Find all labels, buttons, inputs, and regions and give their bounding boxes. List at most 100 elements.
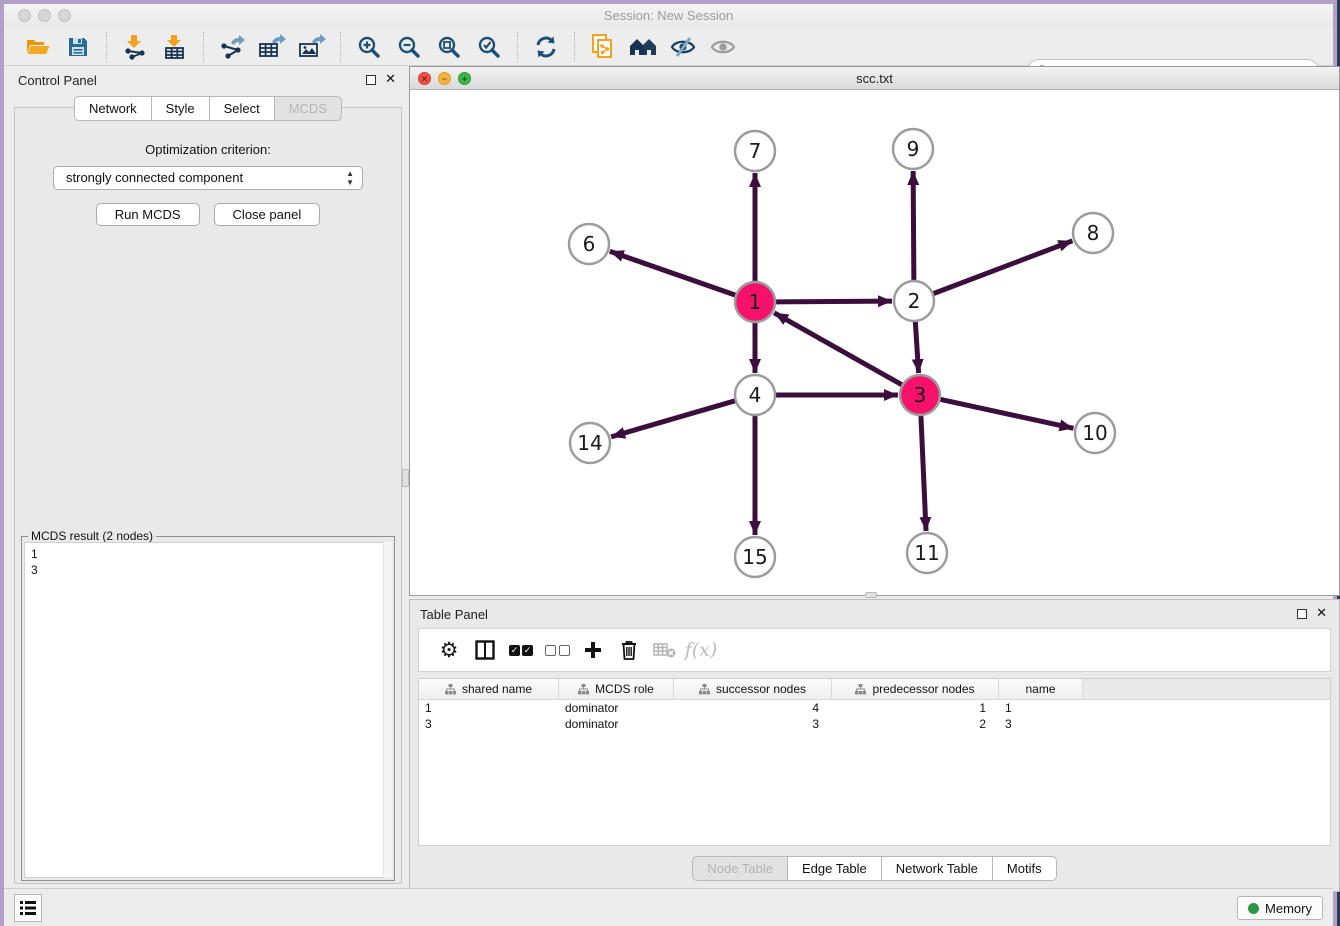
graph-edge-2-8[interactable] [933, 241, 1073, 294]
hierarchy-icon [445, 684, 456, 695]
open-folder-icon [25, 36, 51, 58]
column-header-name[interactable]: name [999, 679, 1083, 699]
table-row[interactable]: 3dominator323 [419, 716, 1330, 732]
save-session-button[interactable] [61, 32, 95, 62]
table-cell: 1 [419, 700, 559, 716]
column-header-predecessor-nodes[interactable]: predecessor nodes [832, 679, 999, 699]
graph-edge-3-10[interactable] [940, 399, 1074, 428]
table-panel-header: Table Panel ✕ [410, 600, 1339, 628]
graph-node-label: 15 [742, 545, 767, 569]
trash-icon [620, 640, 638, 660]
delete-table-button[interactable] [647, 635, 683, 665]
houses-icon [628, 36, 658, 58]
export-network-button[interactable] [215, 32, 249, 62]
table-settings-button[interactable]: ⚙ [431, 635, 467, 665]
graph-edges [610, 171, 1074, 535]
zoom-out-button[interactable] [392, 32, 426, 62]
first-neighbors-button[interactable] [626, 32, 660, 62]
node-table[interactable]: shared name MCDS role successor nodes pr… [418, 678, 1331, 846]
toolbar-separator [106, 32, 107, 62]
graph-edge-3-1[interactable] [774, 313, 902, 385]
mcds-result-text[interactable]: 1 3 [24, 542, 392, 878]
optimization-criterion-select[interactable]: strongly connected component ▲▼ [53, 166, 363, 190]
graph-node-label: 8 [1087, 221, 1100, 245]
tab-style[interactable]: Style [152, 96, 210, 121]
app-window: Session: New Session [0, 0, 1337, 926]
selected-option: strongly connected component [66, 170, 243, 185]
export-image-button[interactable] [295, 32, 329, 62]
column-header-successor-nodes[interactable]: successor nodes [674, 679, 832, 699]
add-column-button[interactable] [575, 635, 611, 665]
memory-button[interactable]: Memory [1237, 896, 1323, 920]
graph-edge-3-11[interactable] [921, 415, 926, 531]
float-panel-icon[interactable] [366, 75, 376, 85]
float-table-panel-icon[interactable] [1297, 609, 1307, 619]
run-mcds-button[interactable]: Run MCDS [96, 203, 200, 226]
graph-edge-2-9[interactable] [913, 171, 914, 281]
tab-network[interactable]: Network [74, 96, 152, 121]
close-table-panel-icon[interactable]: ✕ [1316, 605, 1327, 621]
new-network-from-selection-button[interactable] [586, 32, 620, 62]
refresh-icon [534, 35, 558, 59]
export-image-icon [298, 34, 326, 60]
tab-select[interactable]: Select [210, 96, 275, 121]
import-network-button[interactable] [118, 32, 152, 62]
window-resize-grip[interactable] [865, 592, 877, 598]
deselect-all-button[interactable] [539, 635, 575, 665]
toolbar-separator [203, 32, 204, 62]
zoom-in-button[interactable] [352, 32, 386, 62]
eye-slash-icon [670, 36, 696, 58]
import-table-icon [163, 34, 187, 60]
table-cell: 4 [674, 700, 832, 716]
column-header-mcds-role[interactable]: MCDS role [559, 679, 674, 699]
tab-network-table[interactable]: Network Table [882, 856, 993, 881]
tab-mcds[interactable]: MCDS [275, 96, 342, 121]
refresh-button[interactable] [529, 32, 563, 62]
import-table-button[interactable] [158, 32, 192, 62]
graph-node-label: 14 [577, 431, 602, 455]
graph-edge-4-14[interactable] [611, 401, 736, 437]
graph-edge-1-6[interactable] [610, 251, 736, 295]
hide-selected-button[interactable] [666, 32, 700, 62]
select-all-button[interactable]: ✓✓ [503, 635, 539, 665]
close-panel-icon[interactable]: ✕ [385, 71, 396, 87]
panel-divider-grip[interactable] [402, 469, 409, 487]
delete-column-button[interactable] [611, 635, 647, 665]
zoom-in-icon [357, 35, 381, 59]
table-toolbar: ⚙ ✓✓ f(x) [418, 628, 1331, 672]
graph-node-label: 1 [749, 290, 762, 314]
graph-node-label: 2 [908, 289, 921, 313]
optimization-criterion-label: Optimization criterion: [15, 142, 401, 157]
open-session-button[interactable] [21, 32, 55, 62]
tab-motifs[interactable]: Motifs [993, 856, 1057, 881]
column-header-shared-name[interactable]: shared name [419, 679, 559, 699]
network-view-window: ✕ − + scc.txt 7968124314101511 [409, 66, 1340, 596]
tab-node-table[interactable]: Node Table [692, 856, 788, 881]
export-network-icon [219, 34, 245, 60]
graph-node-label: 10 [1082, 421, 1107, 445]
table-row[interactable]: 1dominator411 [419, 700, 1330, 716]
status-bar: Memory [4, 888, 1333, 926]
split-view-button[interactable] [467, 635, 503, 665]
show-all-button[interactable] [706, 32, 740, 62]
graph-edge-1-2[interactable] [775, 301, 892, 302]
graph-node-label: 7 [749, 139, 762, 163]
tab-edge-table[interactable]: Edge Table [788, 856, 882, 881]
table-tabs: Node Table Edge Table Network Table Moti… [410, 856, 1339, 881]
network-graph-canvas[interactable]: 7968124314101511 [410, 90, 1339, 594]
task-history-button[interactable] [14, 894, 42, 922]
checked-box-icon: ✓ [522, 645, 533, 656]
apply-function-button[interactable]: f(x) [683, 635, 719, 665]
control-panel-tabs: Network Style Select MCDS [8, 96, 408, 121]
result-scrollbar[interactable] [383, 542, 392, 878]
graph-edge-2-3[interactable] [915, 321, 918, 373]
function-icon: f(x) [685, 639, 718, 661]
network-title: scc.txt [410, 71, 1339, 86]
export-table-button[interactable] [255, 32, 289, 62]
select-arrows-icon: ▲▼ [346, 169, 354, 187]
close-panel-button[interactable]: Close panel [214, 203, 321, 226]
table-cell: 3 [419, 716, 559, 732]
zoom-fit-button[interactable] [432, 32, 466, 62]
zoom-selected-button[interactable] [472, 32, 506, 62]
node-table-body[interactable]: 1dominator4113dominator323 [419, 700, 1330, 732]
